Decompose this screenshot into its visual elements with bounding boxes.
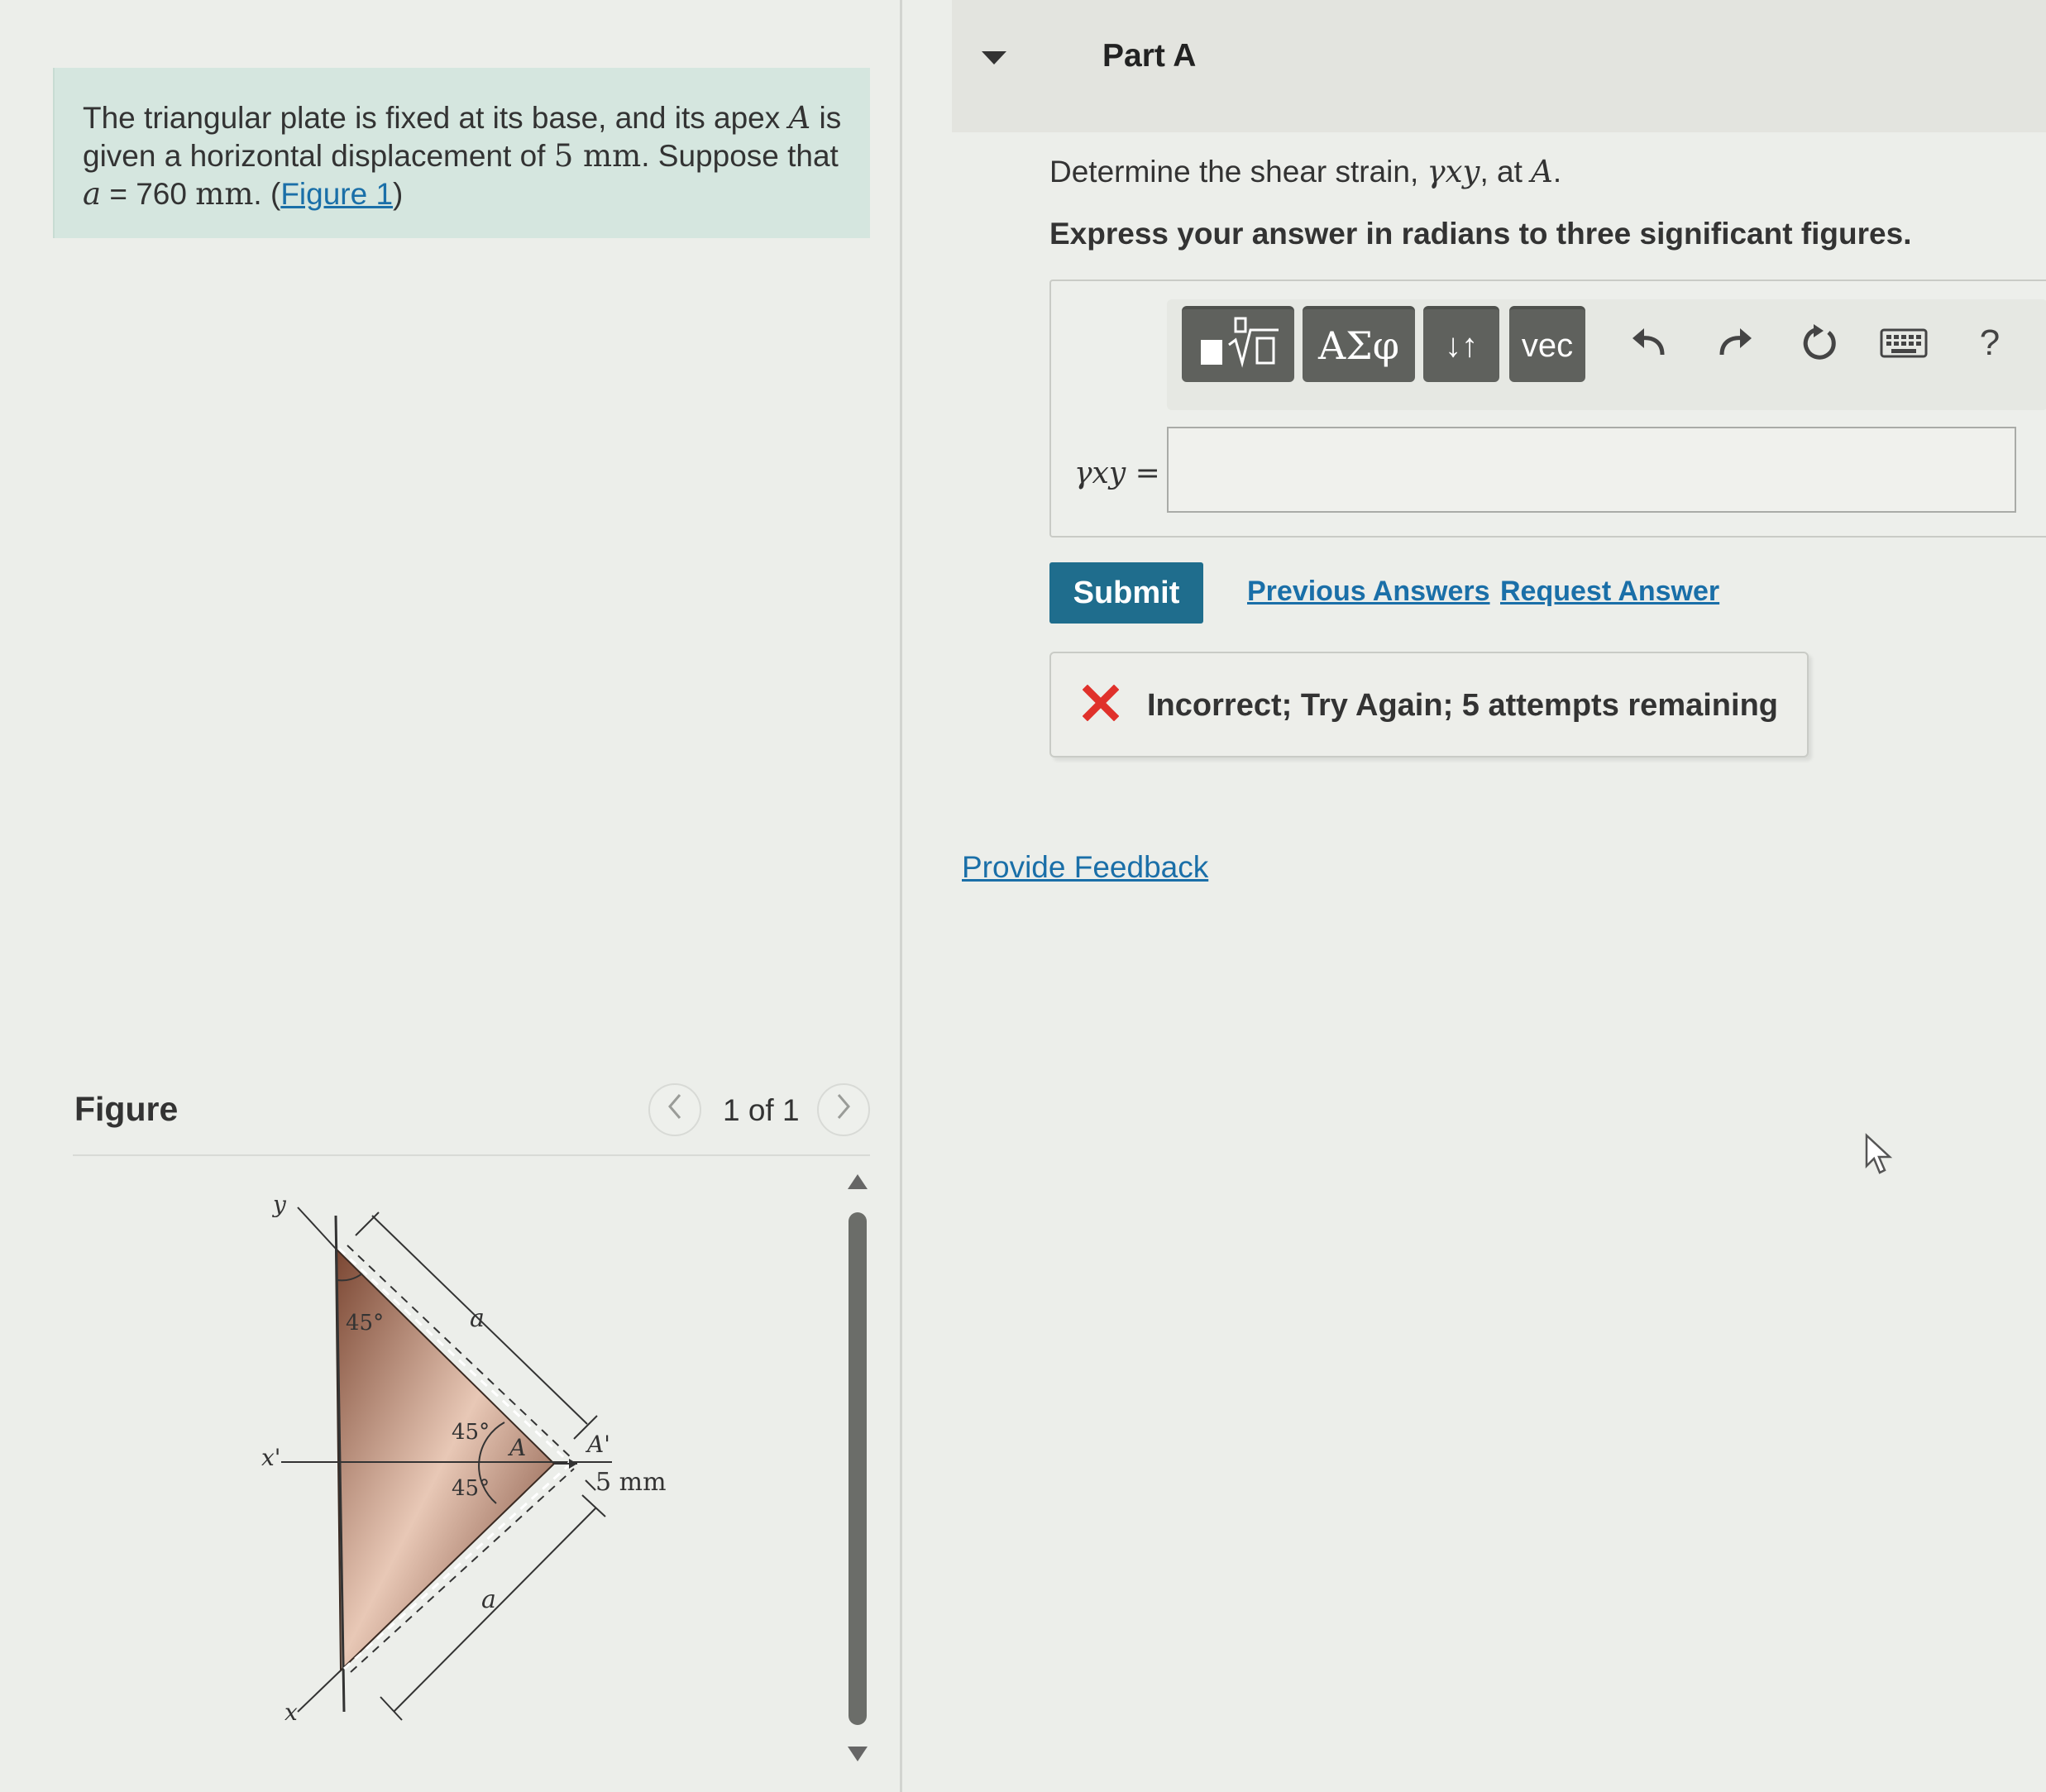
figure-header: Figure 1 of 1 xyxy=(73,1083,870,1156)
answer-label: γxy = xyxy=(1074,456,1160,490)
help-button[interactable]: ? xyxy=(1961,314,2019,372)
feedback-text: Incorrect; Try Again; 5 attempts remaini… xyxy=(1147,688,1778,723)
scroll-up-arrow-icon[interactable] xyxy=(848,1174,868,1189)
part-a-header[interactable]: Part A xyxy=(952,0,2046,132)
problem-text-1: The triangular plate is fixed at its bas… xyxy=(83,101,789,135)
mouse-cursor-icon xyxy=(1865,1133,1893,1174)
problem-equals: = 760 xyxy=(101,177,196,211)
redo-icon[interactable] xyxy=(1706,314,1764,372)
label-apex-prime: A' xyxy=(585,1431,610,1458)
figure-pager-text: 1 of 1 xyxy=(723,1093,800,1127)
label-apex: A xyxy=(507,1434,526,1461)
greek-symbols-button[interactable]: ΑΣφ xyxy=(1303,306,1415,382)
label-x-prime: x' xyxy=(261,1444,281,1471)
label-angle-top: 45° xyxy=(346,1311,384,1336)
answer-input[interactable] xyxy=(1167,427,2016,513)
triangular-plate-figure: y x' x a a 45° 45° 45° A A' 5 mm xyxy=(261,1191,667,1726)
undo-icon[interactable] xyxy=(1620,314,1678,372)
question-symbol: γxy xyxy=(1427,154,1480,189)
scroll-down-arrow-icon[interactable] xyxy=(848,1747,868,1761)
problem-text-4: . ( xyxy=(253,177,281,211)
figure-prev-button[interactable] xyxy=(648,1083,701,1136)
request-answer-link[interactable]: Request Answer xyxy=(1500,576,1719,608)
x-axis xyxy=(297,1670,342,1713)
part-title: Part A xyxy=(1102,38,1197,74)
label-a-bottom: a xyxy=(481,1585,496,1614)
question-point: A xyxy=(1531,154,1553,189)
label-x: x xyxy=(284,1699,298,1726)
left-pane: The triangular plate is fixed at its bas… xyxy=(0,0,900,1792)
problem-statement: The triangular plate is fixed at its bas… xyxy=(53,68,870,238)
error-x-icon xyxy=(1083,685,1119,721)
math-toolbar: ΑΣφ ↓↑ vec ? xyxy=(1167,299,2046,410)
answer-instructions: Express your answer in radians to three … xyxy=(1049,217,1912,251)
previous-answers-link[interactable]: Previous Answers xyxy=(1247,576,1490,608)
provide-feedback-link[interactable]: Provide Feedback xyxy=(962,850,1208,885)
y-axis xyxy=(297,1207,337,1250)
label-y: y xyxy=(271,1191,287,1218)
chevron-right-icon xyxy=(834,1092,853,1128)
label-displacement: 5 mm xyxy=(595,1468,667,1497)
label-angle-mid-bottom: 45° xyxy=(452,1476,490,1501)
a-symbol: a xyxy=(83,176,102,212)
keyboard-icon[interactable] xyxy=(1875,314,1933,372)
vec-button[interactable]: vec xyxy=(1509,306,1585,382)
chevron-left-icon xyxy=(666,1092,684,1128)
templates-icon xyxy=(1193,312,1284,380)
displacement-value: 5 mm xyxy=(553,138,642,174)
question-prefix: Determine the shear strain, xyxy=(1049,155,1427,189)
sort-button[interactable]: ↓↑ xyxy=(1423,306,1499,382)
problem-text-3: . Suppose that xyxy=(641,139,839,173)
figure-next-button[interactable] xyxy=(817,1083,870,1136)
feedback-message: Incorrect; Try Again; 5 attempts remaini… xyxy=(1049,652,1809,757)
a-unit: mm xyxy=(195,176,254,212)
right-pane: Part A Determine the shear strain, γxy, … xyxy=(902,0,2046,1792)
figure-title: Figure xyxy=(74,1090,179,1128)
answer-box: ΑΣφ ↓↑ vec ? γxy = xyxy=(1049,280,2046,538)
figure-scrollbar[interactable] xyxy=(845,1166,870,1761)
question-text: Determine the shear strain, γxy, at A. xyxy=(1049,154,1561,189)
label-a-top: a xyxy=(470,1304,485,1333)
reset-icon[interactable] xyxy=(1790,314,1848,372)
question-mid: , at xyxy=(1480,155,1532,189)
collapse-arrow-icon[interactable] xyxy=(982,51,1006,65)
question-suffix: . xyxy=(1552,155,1562,189)
scroll-thumb[interactable] xyxy=(849,1212,867,1725)
problem-text-5: ) xyxy=(393,177,404,211)
figure-link[interactable]: Figure 1 xyxy=(280,177,393,211)
label-angle-mid-top: 45° xyxy=(452,1420,490,1445)
apex-symbol: A xyxy=(788,100,811,136)
templates-button[interactable] xyxy=(1182,306,1294,382)
submit-button[interactable]: Submit xyxy=(1049,562,1203,624)
